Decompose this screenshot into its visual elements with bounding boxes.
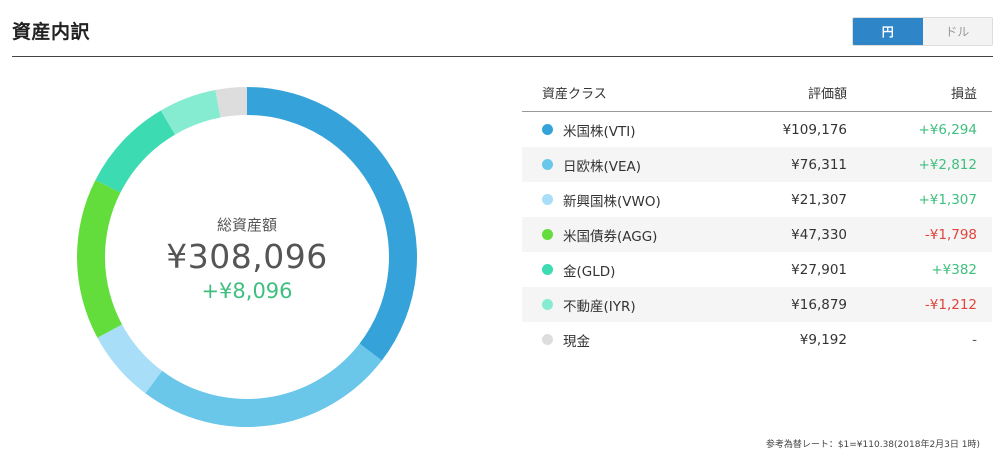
asset-value: ¥47,330 <box>791 226 847 243</box>
header-value: 評価額 <box>807 86 847 102</box>
currency-dollar-button[interactable]: ドル <box>922 18 992 45</box>
donut-chart: 総資産額 ¥308,096 +¥8,096 <box>77 87 417 427</box>
legend-dot <box>542 194 553 205</box>
asset-name: 不動産(IYR) <box>563 298 636 315</box>
table-row: 米国債券(AGG) ¥47,330 -¥1,798 <box>522 217 992 252</box>
donut-center: 総資産額 ¥308,096 +¥8,096 <box>77 87 417 427</box>
header-asset-class: 資産クラス <box>542 86 607 102</box>
table-row: 日欧株(VEA) ¥76,311 +¥2,812 <box>522 147 992 182</box>
asset-value: ¥76,311 <box>791 156 847 173</box>
total-assets-label: 総資産額 <box>216 216 277 234</box>
legend-dot <box>542 124 553 135</box>
asset-name: 現金 <box>563 333 590 350</box>
page-title: 資産内訳 <box>12 21 91 43</box>
table-row: 現金 ¥9,192 - <box>522 322 992 357</box>
table-body: 米国株(VTI) ¥109,176 +¥6,294 日欧株(VEA) ¥76,3… <box>522 112 992 357</box>
asset-gain: +¥382 <box>931 261 977 278</box>
legend-dot <box>542 299 553 310</box>
header: 資産内訳 円 ドル <box>12 0 993 57</box>
asset-gain: +¥1,307 <box>918 191 977 208</box>
legend-dot <box>542 264 553 275</box>
asset-gain: +¥2,812 <box>918 156 977 173</box>
asset-name: 米国債券(AGG) <box>563 228 658 245</box>
table-row: 新興国株(VWO) ¥21,307 +¥1,307 <box>522 182 992 217</box>
currency-toggle[interactable]: 円 ドル <box>852 17 993 46</box>
asset-name: 新興国株(VWO) <box>563 193 661 210</box>
asset-gain: +¥6,294 <box>918 121 977 138</box>
table-row: 米国株(VTI) ¥109,176 +¥6,294 <box>522 112 992 147</box>
asset-table: 資産クラス 評価額 損益 米国株(VTI) ¥109,176 +¥6,294 日… <box>522 73 992 450</box>
legend-dot <box>542 334 553 345</box>
asset-gain: -¥1,212 <box>924 296 977 313</box>
legend-dot <box>542 159 553 170</box>
total-profit-value: +¥8,096 <box>201 279 293 303</box>
table-row: 不動産(IYR) ¥16,879 -¥1,212 <box>522 287 992 322</box>
asset-gain: -¥1,798 <box>924 226 977 243</box>
header-gain: 損益 <box>950 86 977 102</box>
asset-value: ¥27,901 <box>791 261 847 278</box>
asset-name: 金(GLD) <box>563 263 616 280</box>
asset-name: 米国株(VTI) <box>563 123 636 140</box>
currency-yen-button[interactable]: 円 <box>853 18 923 45</box>
asset-value: ¥16,879 <box>791 296 847 313</box>
asset-name: 日欧株(VEA) <box>563 158 642 175</box>
asset-gain: - <box>972 331 977 348</box>
asset-value: ¥9,192 <box>799 331 847 348</box>
table-header: 資産クラス 評価額 損益 <box>522 73 992 112</box>
asset-value: ¥109,176 <box>782 121 847 138</box>
legend-dot <box>542 229 553 240</box>
total-assets-value: ¥308,096 <box>166 237 328 276</box>
asset-value: ¥21,307 <box>791 191 847 208</box>
exchange-rate-note: 参考為替レート：$1=¥110.38(2018年2月3日 1時) <box>765 440 980 450</box>
table-row: 金(GLD) ¥27,901 +¥382 <box>522 252 992 287</box>
